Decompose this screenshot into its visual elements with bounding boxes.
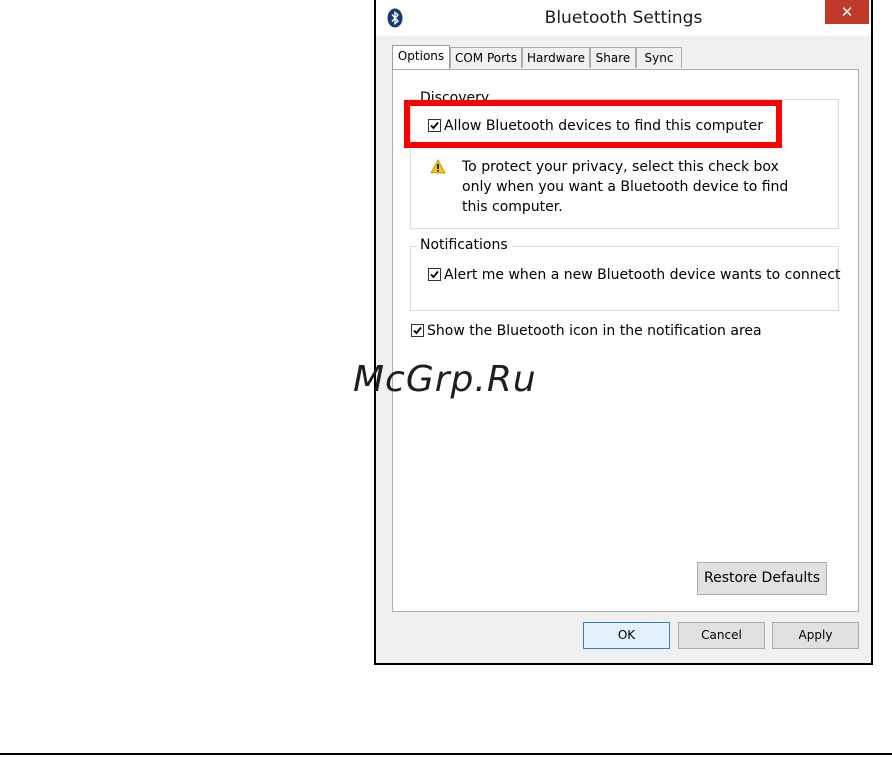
- highlight-box: [404, 100, 782, 148]
- tab-share[interactable]: Share: [590, 47, 636, 68]
- tab-com-ports[interactable]: COM Ports: [450, 47, 522, 68]
- cancel-button[interactable]: Cancel: [678, 622, 765, 649]
- options-panel: Discovery Allow Bluetooth devices to fin…: [392, 69, 859, 612]
- notifications-group-label: Notifications: [417, 237, 511, 253]
- show-icon-option[interactable]: Show the Bluetooth icon in the notificat…: [411, 323, 762, 339]
- window-title: Bluetooth Settings: [544, 8, 703, 28]
- alert-new-device-checkbox[interactable]: [428, 268, 441, 281]
- close-icon: ✕: [840, 3, 854, 21]
- privacy-warning-text: To protect your privacy, select this che…: [462, 159, 789, 215]
- warning-icon: [430, 159, 446, 174]
- notifications-group: Notifications Alert me when a new Blueto…: [410, 237, 840, 311]
- apply-button[interactable]: Apply: [772, 622, 859, 649]
- restore-defaults-button[interactable]: Restore Defaults: [697, 562, 827, 595]
- ok-button[interactable]: OK: [583, 622, 670, 649]
- watermark-text: McGrp.Ru: [353, 359, 537, 400]
- close-button[interactable]: ✕: [825, 0, 869, 24]
- bottom-divider: [0, 753, 892, 755]
- tab-sync[interactable]: Sync: [636, 47, 682, 68]
- show-icon-checkbox[interactable]: [411, 324, 424, 337]
- alert-new-device-label: Alert me when a new Bluetooth device wan…: [444, 267, 841, 283]
- tab-hardware[interactable]: Hardware: [522, 47, 590, 68]
- show-icon-label: Show the Bluetooth icon in the notificat…: [427, 323, 762, 339]
- tab-options[interactable]: Options: [392, 45, 450, 69]
- title-bar[interactable]: Bluetooth Settings ✕: [376, 0, 871, 36]
- alert-new-device-option[interactable]: Alert me when a new Bluetooth device wan…: [428, 267, 840, 283]
